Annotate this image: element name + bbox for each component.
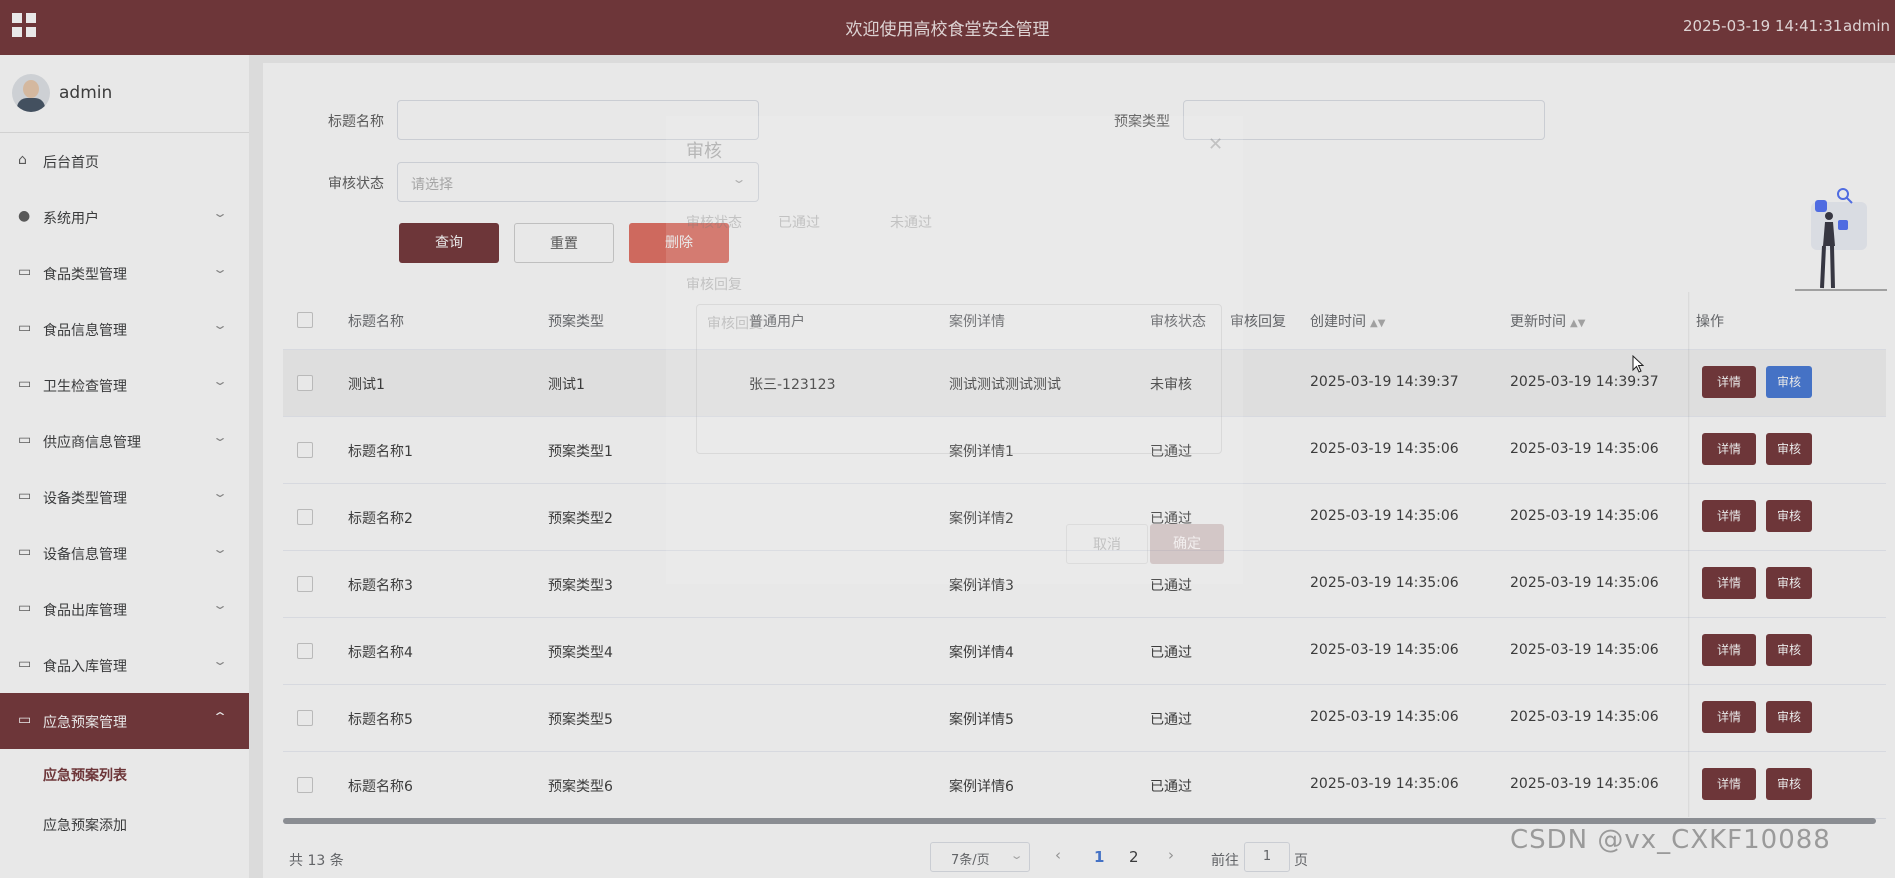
radio-reject[interactable]: 未通过: [890, 212, 932, 232]
dialog-cancel-button[interactable]: 取消: [1066, 524, 1148, 564]
mouse-cursor-icon: [1632, 355, 1644, 373]
dialog-confirm-button[interactable]: 确定: [1150, 524, 1224, 564]
reply-placeholder: 审核回复: [707, 316, 763, 332]
dialog-reply-label: 审核回复: [686, 277, 742, 293]
watermark-text: CSDN @vx_CXKF10088: [1510, 825, 1831, 855]
radio-pass[interactable]: 已通过: [778, 212, 820, 232]
close-icon[interactable]: ✕: [1208, 134, 1223, 155]
reply-textarea[interactable]: 审核回复: [696, 304, 1222, 454]
audit-dialog: 审核 ✕ 审核状态 已通过 未通过 审核回复 审核回复 取消 确定: [666, 116, 1243, 584]
dialog-title: 审核: [686, 141, 722, 162]
dialog-status-label: 审核状态: [686, 215, 742, 231]
